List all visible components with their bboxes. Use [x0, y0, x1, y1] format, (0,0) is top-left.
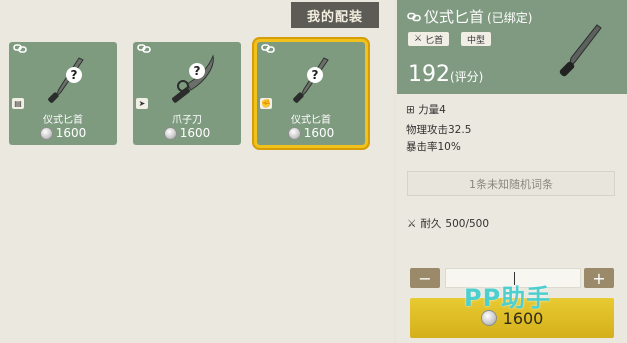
stat-strength: ⊞ 力量4	[406, 104, 446, 116]
item-price: 1600	[257, 126, 365, 140]
dagger-icon	[559, 24, 602, 77]
item-title: 仪式匕首 (已绑定)	[407, 6, 532, 27]
stat-crit-rate: 暴击率10%	[406, 141, 461, 153]
durability-row: ⚔ 耐久 500/500	[407, 217, 490, 231]
link-icon	[261, 44, 275, 53]
link-icon	[13, 44, 27, 53]
silver-coin-icon	[287, 126, 301, 140]
item-name: 爪子刀	[172, 115, 202, 126]
tab-my-loadout[interactable]: 我的配装	[291, 2, 379, 28]
svg-text:?: ?	[71, 68, 78, 82]
sword-icon: ⚔	[407, 217, 417, 230]
item-name: 仪式匕首	[43, 115, 83, 126]
quantity-increase-button[interactable]: +	[584, 268, 614, 288]
svg-text:?: ?	[312, 68, 319, 82]
item-name: 仪式匕首	[291, 115, 331, 126]
watermark-logo: PP助手	[464, 284, 552, 312]
silver-coin-icon	[163, 126, 177, 140]
link-icon	[407, 12, 421, 22]
tag-icon: ➤	[136, 98, 148, 109]
item-score: 192(评分)	[408, 62, 484, 87]
book-icon: ▤	[12, 98, 24, 109]
item-card-3[interactable]: ? ✊ 仪式匕首 1600	[257, 42, 365, 145]
item-price: 1600	[9, 126, 117, 140]
random-affix-slot: 1条未知随机词条	[407, 171, 615, 196]
quantity-decrease-button[interactable]: −	[410, 268, 440, 288]
tag-medium: 中型	[461, 32, 492, 46]
silver-coin-icon	[39, 126, 53, 140]
svg-text:?: ?	[194, 64, 201, 78]
detail-header: 仪式匕首 (已绑定) ⚔ 匕首 中型 192(评分)	[397, 0, 627, 94]
stat-physical-attack: 物理攻击32.5	[406, 124, 472, 136]
item-price: 1600	[133, 126, 241, 140]
link-icon	[137, 44, 151, 53]
item-card-1[interactable]: ? ▤ 仪式匕首 1600	[9, 42, 117, 145]
strength-icon: ⊞	[406, 104, 415, 116]
fist-icon: ✊	[260, 98, 272, 109]
tag-dagger: ⚔ 匕首	[408, 32, 450, 46]
dagger-small-icon: ⚔	[414, 34, 423, 44]
item-card-2[interactable]: ? ➤ 爪子刀 1600	[133, 42, 241, 145]
